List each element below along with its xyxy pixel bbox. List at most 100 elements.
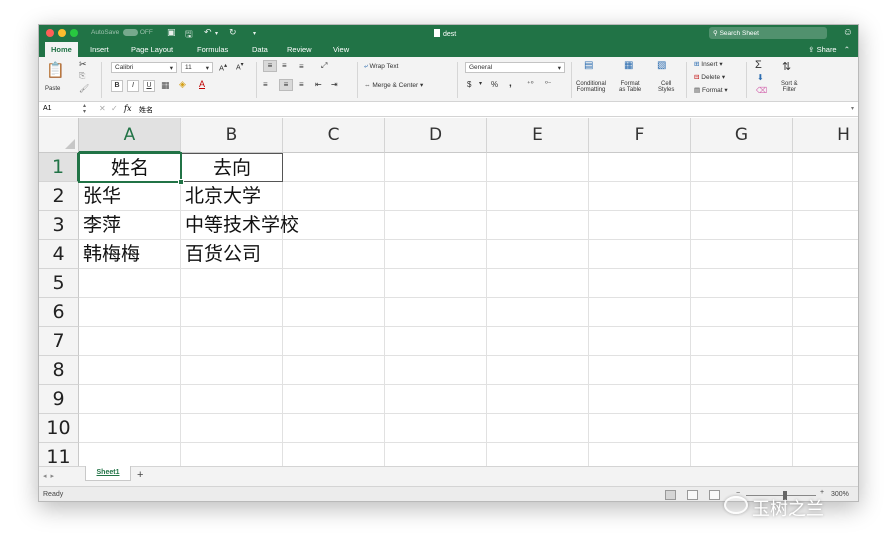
- column-header-c[interactable]: C: [283, 118, 385, 153]
- cell-a7[interactable]: [79, 327, 181, 356]
- cell-h9[interactable]: [793, 385, 858, 414]
- clear-eraser-icon[interactable]: ⌫: [756, 86, 767, 95]
- cell-e8[interactable]: [487, 356, 589, 385]
- cell-c4[interactable]: [283, 240, 385, 269]
- paste-icon[interactable]: 📋: [46, 61, 65, 79]
- cell-h8[interactable]: [793, 356, 858, 385]
- cell-a2[interactable]: 张华: [79, 182, 181, 211]
- cell-a10[interactable]: [79, 414, 181, 443]
- cancel-entry-icon[interactable]: ✕: [99, 104, 106, 113]
- increase-indent-icon[interactable]: ⇥: [331, 80, 338, 89]
- conditional-formatting-button[interactable]: Conditional Formatting: [576, 81, 606, 93]
- row-header-6[interactable]: 6: [39, 298, 79, 327]
- cell-d7[interactable]: [385, 327, 487, 356]
- cell-c10[interactable]: [283, 414, 385, 443]
- borders-icon[interactable]: ▦: [161, 80, 170, 91]
- autosave-toggle[interactable]: AutoSave OFF: [91, 29, 153, 36]
- cell-f5[interactable]: [589, 269, 691, 298]
- cell-f1[interactable]: [589, 153, 691, 182]
- align-middle-icon[interactable]: ≡: [282, 61, 287, 70]
- wrap-text-button[interactable]: ⤶ Wrap Text: [364, 63, 398, 71]
- spreadsheet-grid[interactable]: ABCDEFGH 1 2 3 4 5 6 7 8 9 10 11 姓名 去向 张华 北京大学 李萍 中等技术学…: [39, 118, 858, 466]
- cell-f2[interactable]: [589, 182, 691, 211]
- cell-h6[interactable]: [793, 298, 858, 327]
- cell-e5[interactable]: [487, 269, 589, 298]
- increase-decimal-icon[interactable]: ⁺⁰: [527, 80, 534, 88]
- cell-g9[interactable]: [691, 385, 793, 414]
- cell-b5[interactable]: [181, 269, 283, 298]
- merge-center-button[interactable]: ⇔ Merge & Center ▾: [364, 81, 423, 89]
- cell-b1[interactable]: 去向: [181, 153, 283, 182]
- cell-e10[interactable]: [487, 414, 589, 443]
- tab-home[interactable]: Home: [45, 42, 78, 57]
- cell-b11[interactable]: [181, 443, 283, 466]
- tab-page-layout[interactable]: Page Layout: [125, 42, 179, 57]
- cell-b2[interactable]: 北京大学: [181, 182, 283, 211]
- cell-c11[interactable]: [283, 443, 385, 466]
- fill-icon[interactable]: ⬇: [757, 73, 764, 82]
- row-header-11[interactable]: 11: [39, 443, 79, 466]
- cell-d5[interactable]: [385, 269, 487, 298]
- cell-styles-button[interactable]: Cell Styles: [658, 81, 674, 93]
- cut-icon[interactable]: ✂: [79, 59, 87, 70]
- decrease-font-size-button[interactable]: A▾: [236, 62, 244, 71]
- cell-c6[interactable]: [283, 298, 385, 327]
- tab-data[interactable]: Data: [246, 42, 274, 57]
- cell-e7[interactable]: [487, 327, 589, 356]
- cell-a3[interactable]: 李萍: [79, 211, 181, 240]
- column-header-d[interactable]: D: [385, 118, 487, 153]
- cell-e6[interactable]: [487, 298, 589, 327]
- tab-insert[interactable]: Insert: [84, 42, 115, 57]
- cell-h3[interactable]: [793, 211, 858, 240]
- minimize-window-button[interactable]: [58, 29, 66, 37]
- name-box[interactable]: A1: [43, 105, 52, 112]
- format-painter-icon[interactable]: 🖌: [79, 84, 89, 93]
- delete-cells-button[interactable]: ⊟ Delete ▾: [694, 73, 725, 81]
- cell-f4[interactable]: [589, 240, 691, 269]
- sort-filter-icon[interactable]: ⇅: [782, 60, 791, 73]
- search-sheet-input[interactable]: ⚲ Search Sheet: [709, 27, 827, 39]
- cell-d1[interactable]: [385, 153, 487, 182]
- cell-a5[interactable]: [79, 269, 181, 298]
- cell-b3[interactable]: 中等技术学校: [181, 211, 299, 240]
- confirm-entry-icon[interactable]: ✓: [111, 104, 118, 113]
- orientation-icon[interactable]: ⤢: [321, 61, 327, 71]
- align-bottom-icon[interactable]: ≡: [299, 62, 304, 71]
- align-center-icon[interactable]: ≡: [279, 79, 293, 91]
- cell-g7[interactable]: [691, 327, 793, 356]
- cell-f9[interactable]: [589, 385, 691, 414]
- row-header-2[interactable]: 2: [39, 182, 79, 211]
- formula-input[interactable]: 姓名: [139, 105, 153, 115]
- feedback-smiley-icon[interactable]: ☺: [843, 27, 853, 38]
- autosave-switch[interactable]: [123, 29, 138, 36]
- cell-g1[interactable]: [691, 153, 793, 182]
- cell-g4[interactable]: [691, 240, 793, 269]
- cell-f10[interactable]: [589, 414, 691, 443]
- row-header-5[interactable]: 5: [39, 269, 79, 298]
- font-size-dropdown[interactable]: 11 ▾: [181, 62, 213, 73]
- format-as-table-icon[interactable]: ▦: [624, 60, 633, 71]
- cell-b10[interactable]: [181, 414, 283, 443]
- cell-c7[interactable]: [283, 327, 385, 356]
- cell-e3[interactable]: [487, 211, 589, 240]
- currency-button[interactable]: $: [467, 80, 471, 89]
- sidebar-toggle-icon[interactable]: ▣: [167, 27, 176, 38]
- cell-g11[interactable]: [691, 443, 793, 466]
- redo-icon[interactable]: ↻: [229, 27, 237, 38]
- row-header-7[interactable]: 7: [39, 327, 79, 356]
- cell-h2[interactable]: [793, 182, 858, 211]
- cell-d4[interactable]: [385, 240, 487, 269]
- page-layout-view-icon[interactable]: [687, 490, 698, 500]
- cell-d6[interactable]: [385, 298, 487, 327]
- cell-h7[interactable]: [793, 327, 858, 356]
- bold-button[interactable]: B: [111, 80, 123, 92]
- cell-a11[interactable]: [79, 443, 181, 466]
- cell-d2[interactable]: [385, 182, 487, 211]
- number-format-dropdown[interactable]: General ▾: [465, 62, 565, 73]
- cell-b7[interactable]: [181, 327, 283, 356]
- sheet-tab[interactable]: Sheet1: [85, 466, 131, 481]
- increase-font-size-button[interactable]: A▴: [219, 62, 227, 73]
- undo-dropdown-icon[interactable]: ▾: [215, 30, 218, 37]
- collapse-ribbon-icon[interactable]: ⌃: [844, 45, 850, 54]
- row-header-1[interactable]: 1: [39, 153, 79, 182]
